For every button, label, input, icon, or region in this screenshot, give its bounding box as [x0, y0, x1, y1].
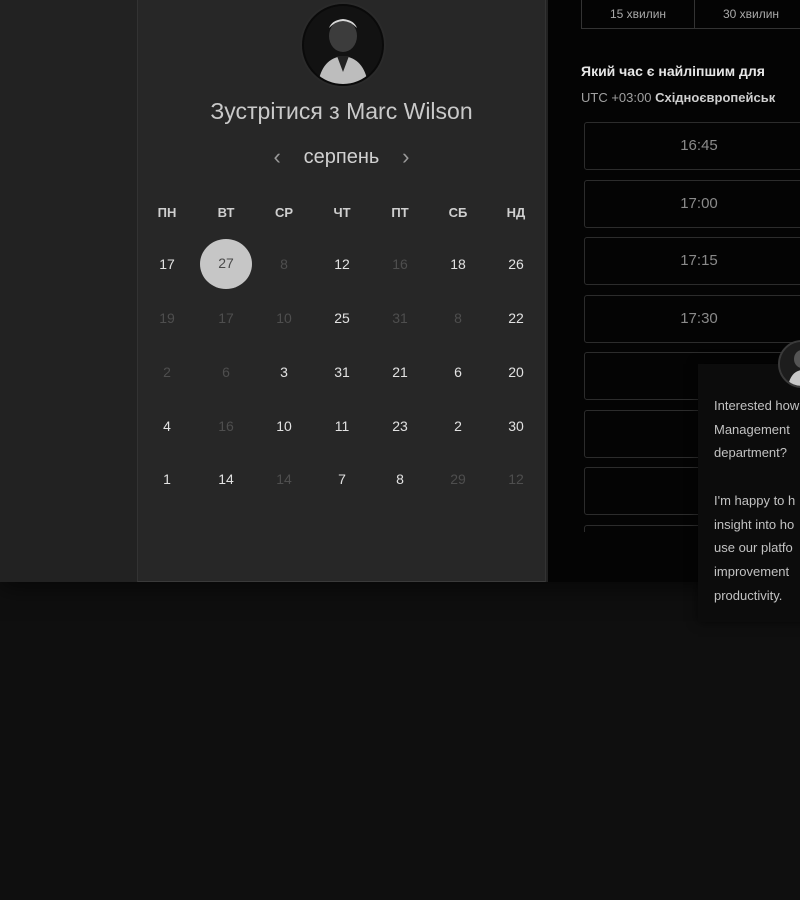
calendar-day[interactable]: 4: [143, 402, 191, 450]
calendar-day[interactable]: 31: [318, 348, 366, 396]
calendar-day: 17: [218, 310, 234, 326]
calendar-day[interactable]: 20: [492, 348, 540, 396]
month-navigator: ‹ серпень ›: [137, 144, 546, 174]
calendar-day[interactable]: 23: [376, 402, 424, 450]
calendar-day: 10: [276, 310, 292, 326]
calendar-day: 12: [508, 471, 524, 487]
calendar-day[interactable]: 26: [492, 240, 540, 288]
calendar-day: 31: [392, 310, 408, 326]
selected-day[interactable]: 27: [200, 239, 252, 289]
weekday-label: ВТ: [217, 205, 235, 220]
chevron-right-icon[interactable]: ›: [394, 144, 418, 170]
chat-message: Interested how Management department? I'…: [714, 398, 800, 603]
tab-30-minutes[interactable]: 30 хвилин: [695, 0, 800, 28]
calendar-day[interactable]: 6: [434, 348, 482, 396]
calendar-day: 6: [222, 364, 230, 380]
calendar-day[interactable]: 7: [318, 455, 366, 503]
calendar-day: 29: [450, 471, 466, 487]
time-slot[interactable]: 17:30: [584, 294, 800, 343]
calendar-day[interactable]: 14: [202, 455, 250, 503]
calendar-day: 16: [392, 256, 408, 272]
calendar-day[interactable]: 11: [318, 402, 366, 450]
calendar-day[interactable]: 22: [492, 294, 540, 342]
time-slot[interactable]: 17:00: [584, 179, 800, 228]
timezone-offset: UTC +03:00: [581, 90, 652, 105]
calendar-day[interactable]: 12: [318, 240, 366, 288]
calendar-day: 2: [163, 364, 171, 380]
calendar-day: 16: [218, 418, 234, 434]
calendar-day[interactable]: 21: [376, 348, 424, 396]
weekday-label: ПТ: [391, 205, 409, 220]
weekday-label: ПН: [157, 205, 177, 220]
calendar-day[interactable]: 2: [434, 402, 482, 450]
time-slot[interactable]: 16:45: [584, 122, 800, 170]
page-title: Зустрітися з Marc Wilson: [210, 98, 473, 124]
calendar-day[interactable]: 8: [376, 455, 424, 503]
weekday-label: СР: [274, 205, 294, 220]
month-label: серпень: [303, 145, 380, 168]
weekday-label: СБ: [448, 205, 468, 220]
timezone-name: Східноєвропейськ: [655, 90, 776, 105]
calendar-day[interactable]: 1: [143, 455, 191, 503]
calendar-day: 8: [454, 310, 462, 326]
timezone-label[interactable]: UTC +03:00 Східноєвропейськ: [581, 90, 775, 105]
calendar-day[interactable]: 25: [318, 294, 366, 342]
calendar-day: 8: [280, 256, 288, 272]
calendar-day: 14: [276, 471, 292, 487]
tab-15-minutes[interactable]: 15 хвилин: [582, 0, 695, 28]
weekday-label: ЧТ: [333, 205, 351, 220]
duration-tabs: 15 хвилин 30 хвилин: [581, 0, 800, 29]
calendar-day[interactable]: 30: [492, 402, 540, 450]
calendar-day: 19: [159, 310, 175, 326]
time-question: Який час є найліпшим для: [581, 63, 765, 79]
calendar-day[interactable]: 18: [434, 240, 482, 288]
chevron-left-icon[interactable]: ‹: [265, 144, 289, 170]
calendar-day[interactable]: 17: [143, 240, 191, 288]
weekday-label: НД: [506, 205, 526, 220]
calendar-day[interactable]: 3: [260, 348, 308, 396]
calendar-day[interactable]: 10: [260, 402, 308, 450]
host-avatar: [302, 4, 384, 86]
time-slot[interactable]: 17:15: [584, 237, 800, 285]
